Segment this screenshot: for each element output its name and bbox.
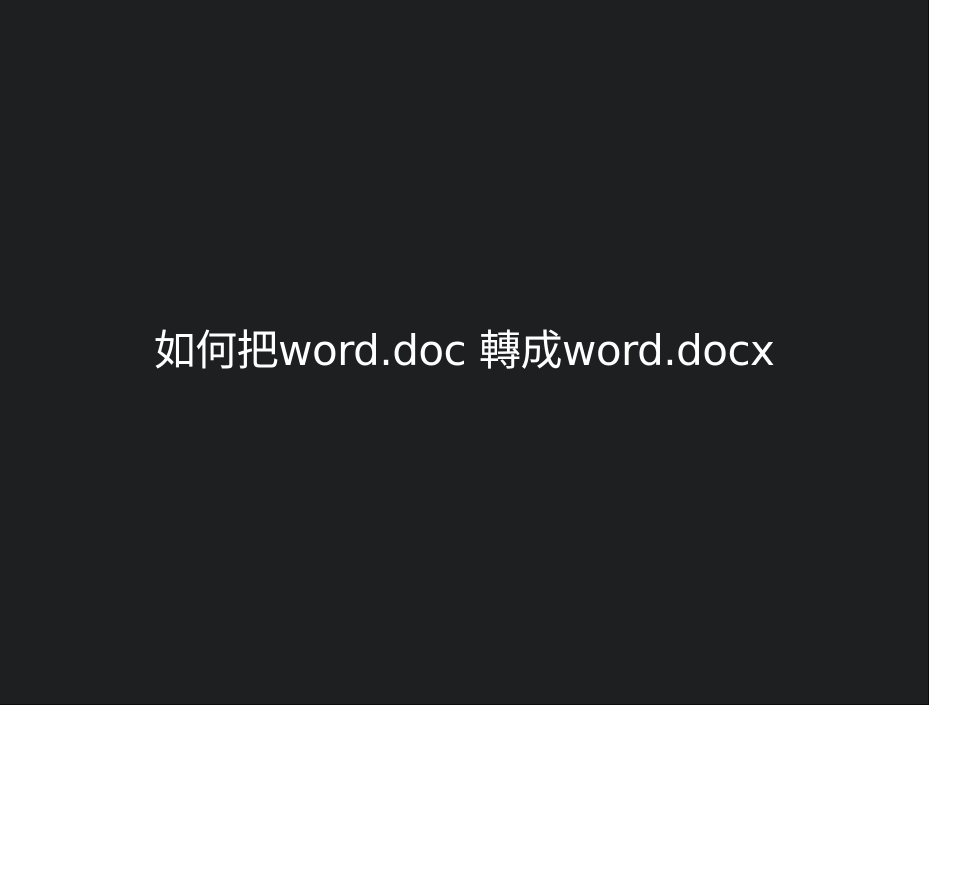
blank-area bbox=[0, 705, 960, 877]
video-title: 如何把word.doc 轉成word.docx bbox=[153, 325, 775, 375]
video-player[interactable]: 如何把word.doc 轉成word.docx bbox=[0, 0, 929, 705]
